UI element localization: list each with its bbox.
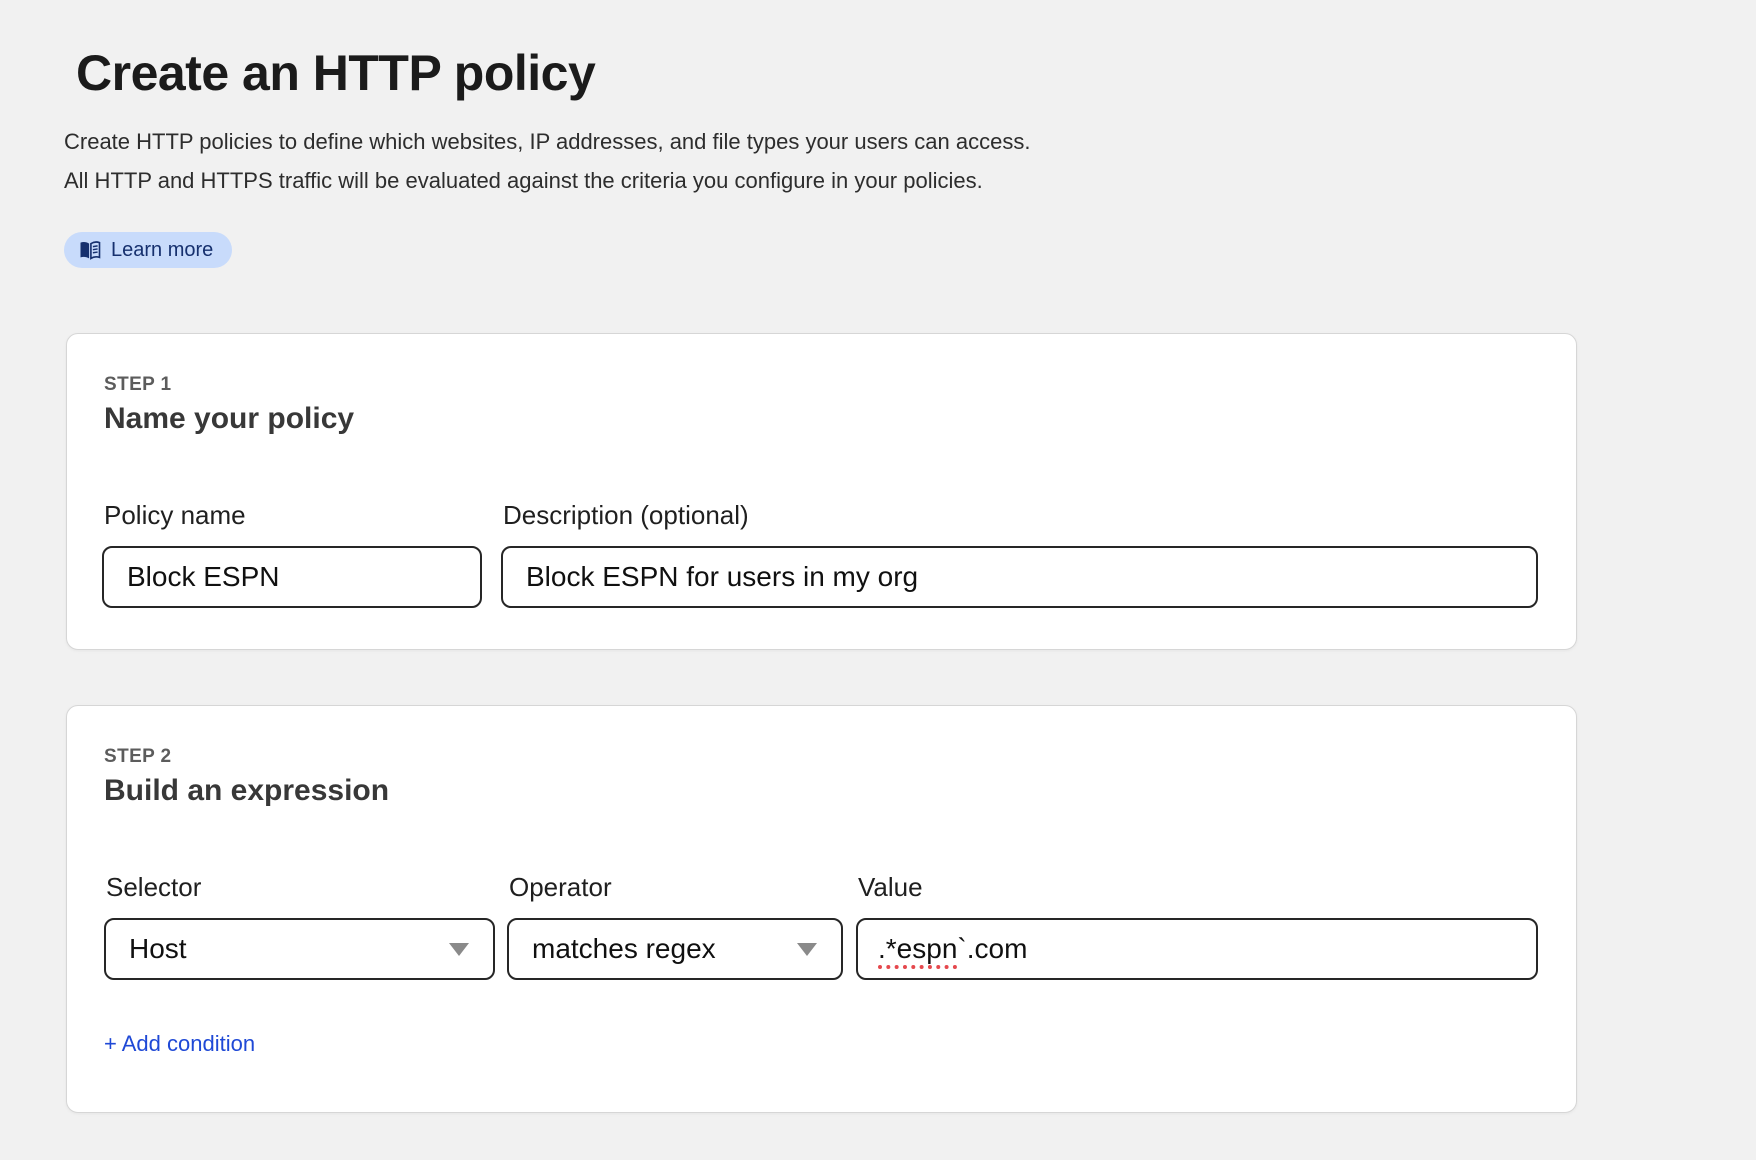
step2-label: STEP 2 <box>104 746 172 768</box>
page-title: Create an HTTP policy <box>76 44 595 102</box>
value-input[interactable]: .*espn`.com <box>856 918 1538 980</box>
value-text-rest: `.com <box>957 933 1027 965</box>
step2-heading: Build an expression <box>104 774 389 808</box>
selector-value: Host <box>129 933 449 965</box>
description-label: Description (optional) <box>503 500 749 531</box>
step1-card: STEP 1 Name your policy Policy name Desc… <box>66 333 1577 650</box>
chevron-down-icon <box>449 943 469 956</box>
selector-label: Selector <box>106 872 201 903</box>
add-condition-link[interactable]: + Add condition <box>104 1031 255 1057</box>
page-description-line1: Create HTTP policies to define which web… <box>64 122 1030 161</box>
step1-heading: Name your policy <box>104 402 354 436</box>
create-http-policy-page: { "page": { "title": "Create an HTTP pol… <box>0 0 1756 1160</box>
step2-card: STEP 2 Build an expression Selector Host… <box>66 705 1577 1113</box>
step1-label: STEP 1 <box>104 374 172 396</box>
value-label: Value <box>858 872 923 903</box>
page-description-line2: All HTTP and HTTPS traffic will be evalu… <box>64 161 1030 200</box>
selector-dropdown[interactable]: Host <box>104 918 495 980</box>
learn-more-label: Learn more <box>111 239 213 262</box>
operator-dropdown[interactable]: matches regex <box>507 918 843 980</box>
value-text-misspelled: .*espn <box>878 933 957 965</box>
page-description: Create HTTP policies to define which web… <box>64 122 1030 200</box>
operator-label: Operator <box>509 872 612 903</box>
description-input[interactable] <box>501 546 1538 608</box>
policy-name-input[interactable] <box>102 546 482 608</box>
policy-name-label: Policy name <box>104 500 246 531</box>
book-icon <box>79 241 101 260</box>
chevron-down-icon <box>797 943 817 956</box>
operator-value: matches regex <box>532 933 797 965</box>
learn-more-button[interactable]: Learn more <box>64 232 232 268</box>
